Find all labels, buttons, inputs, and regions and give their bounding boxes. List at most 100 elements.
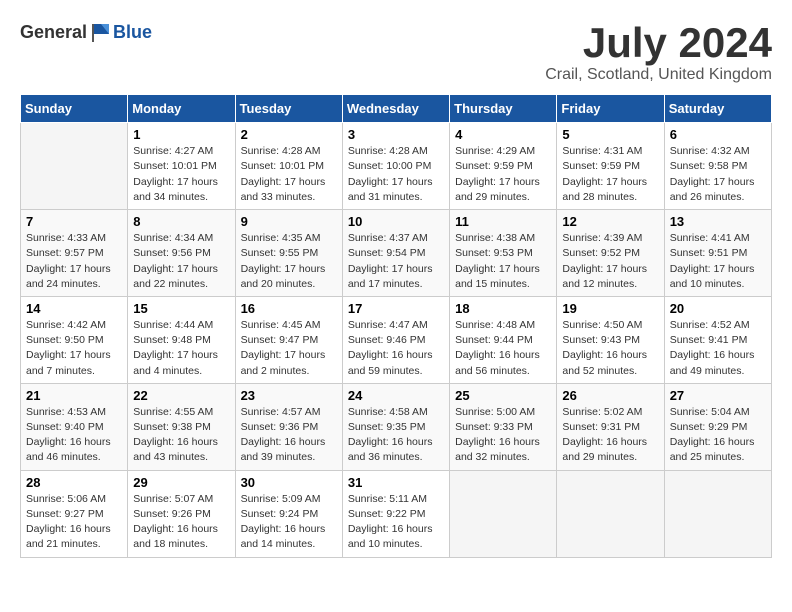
calendar-cell: 28Sunrise: 5:06 AM Sunset: 9:27 PM Dayli… bbox=[21, 470, 128, 557]
day-number: 3 bbox=[348, 127, 444, 142]
day-number: 24 bbox=[348, 388, 444, 403]
page-header: General Blue July 2024 Crail, Scotland, … bbox=[20, 20, 772, 84]
calendar-cell: 5Sunrise: 4:31 AM Sunset: 9:59 PM Daylig… bbox=[557, 123, 664, 210]
day-info: Sunrise: 4:39 AM Sunset: 9:52 PM Dayligh… bbox=[562, 231, 658, 292]
day-number: 12 bbox=[562, 214, 658, 229]
day-number: 9 bbox=[241, 214, 337, 229]
day-number: 4 bbox=[455, 127, 551, 142]
logo: General Blue bbox=[20, 20, 152, 44]
calendar-cell: 23Sunrise: 4:57 AM Sunset: 9:36 PM Dayli… bbox=[235, 383, 342, 470]
logo-blue-text: Blue bbox=[113, 22, 152, 43]
calendar-cell: 4 Sunrise: 4:29 AM Sunset: 9:59 PM Daylig… bbox=[450, 123, 557, 210]
calendar-cell: 20Sunrise: 4:52 AM Sunset: 9:41 PM Dayli… bbox=[664, 296, 771, 383]
day-number: 8 bbox=[133, 214, 229, 229]
day-of-week-header: Saturday bbox=[664, 95, 771, 123]
calendar-cell: 31 Sunrise: 5:11 AM Sunset: 9:22 PM Dayli… bbox=[342, 470, 449, 557]
day-number: 21 bbox=[26, 388, 122, 403]
day-info: Sunrise: 4:55 AM Sunset: 9:38 PM Dayligh… bbox=[133, 405, 229, 466]
day-info: Sunrise: 4:38 AM Sunset: 9:53 PM Dayligh… bbox=[455, 231, 551, 292]
day-number: 27 bbox=[670, 388, 766, 403]
day-number: 5 bbox=[562, 127, 658, 142]
day-info: Sunrise: 4:53 AM Sunset: 9:40 PM Dayligh… bbox=[26, 405, 122, 466]
calendar-cell: 19Sunrise: 4:50 AM Sunset: 9:43 PM Dayli… bbox=[557, 296, 664, 383]
calendar-cell bbox=[450, 470, 557, 557]
day-info: Sunrise: 4:57 AM Sunset: 9:36 PM Dayligh… bbox=[241, 405, 337, 466]
day-of-week-header: Sunday bbox=[21, 95, 128, 123]
title-section: July 2024 Crail, Scotland, United Kingdo… bbox=[545, 20, 772, 84]
day-number: 18 bbox=[455, 301, 551, 316]
day-number: 7 bbox=[26, 214, 122, 229]
calendar-cell: 6 Sunrise: 4:32 AM Sunset: 9:58 PM Daylig… bbox=[664, 123, 771, 210]
calendar-cell: 10Sunrise: 4:37 AM Sunset: 9:54 PM Dayli… bbox=[342, 210, 449, 297]
day-info: Sunrise: 4:28 AM Sunset: 10:00 PM Daylig… bbox=[348, 144, 444, 205]
day-number: 1 bbox=[133, 127, 229, 142]
calendar-cell: 25Sunrise: 5:00 AM Sunset: 9:33 PM Dayli… bbox=[450, 383, 557, 470]
calendar-header-row: SundayMondayTuesdayWednesdayThursdayFrid… bbox=[21, 95, 772, 123]
day-number: 17 bbox=[348, 301, 444, 316]
calendar-cell: 18 Sunrise: 4:48 AM Sunset: 9:44 PM Dayli… bbox=[450, 296, 557, 383]
day-number: 15 bbox=[133, 301, 229, 316]
calendar-cell: 30Sunrise: 5:09 AM Sunset: 9:24 PM Dayli… bbox=[235, 470, 342, 557]
day-number: 26 bbox=[562, 388, 658, 403]
calendar-week-row: 21 Sunrise: 4:53 AM Sunset: 9:40 PM Dayli… bbox=[21, 383, 772, 470]
calendar-cell: 13 Sunrise: 4:41 AM Sunset: 9:51 PM Dayli… bbox=[664, 210, 771, 297]
day-info: Sunrise: 4:27 AM Sunset: 10:01 PM Daylig… bbox=[133, 144, 229, 205]
calendar-cell: 29 Sunrise: 5:07 AM Sunset: 9:26 PM Dayli… bbox=[128, 470, 235, 557]
day-info: Sunrise: 4:45 AM Sunset: 9:47 PM Dayligh… bbox=[241, 318, 337, 379]
calendar-cell: 21 Sunrise: 4:53 AM Sunset: 9:40 PM Dayli… bbox=[21, 383, 128, 470]
day-number: 30 bbox=[241, 475, 337, 490]
location-text: Crail, Scotland, United Kingdom bbox=[545, 66, 772, 84]
calendar-cell: 7 Sunrise: 4:33 AM Sunset: 9:57 PM Daylig… bbox=[21, 210, 128, 297]
day-number: 2 bbox=[241, 127, 337, 142]
day-number: 29 bbox=[133, 475, 229, 490]
calendar-cell: 22 Sunrise: 4:55 AM Sunset: 9:38 PM Dayli… bbox=[128, 383, 235, 470]
day-info: Sunrise: 4:48 AM Sunset: 9:44 PM Dayligh… bbox=[455, 318, 551, 379]
day-info: Sunrise: 5:11 AM Sunset: 9:22 PM Dayligh… bbox=[348, 492, 444, 553]
day-of-week-header: Thursday bbox=[450, 95, 557, 123]
day-number: 22 bbox=[133, 388, 229, 403]
day-info: Sunrise: 4:29 AM Sunset: 9:59 PM Dayligh… bbox=[455, 144, 551, 205]
logo-flag-icon bbox=[89, 20, 113, 44]
day-of-week-header: Monday bbox=[128, 95, 235, 123]
calendar-cell: 14Sunrise: 4:42 AM Sunset: 9:50 PM Dayli… bbox=[21, 296, 128, 383]
day-number: 13 bbox=[670, 214, 766, 229]
day-number: 6 bbox=[670, 127, 766, 142]
day-info: Sunrise: 4:58 AM Sunset: 9:35 PM Dayligh… bbox=[348, 405, 444, 466]
day-of-week-header: Wednesday bbox=[342, 95, 449, 123]
day-info: Sunrise: 4:44 AM Sunset: 9:48 PM Dayligh… bbox=[133, 318, 229, 379]
day-number: 11 bbox=[455, 214, 551, 229]
day-number: 20 bbox=[670, 301, 766, 316]
day-number: 31 bbox=[348, 475, 444, 490]
calendar-cell: 24 Sunrise: 4:58 AM Sunset: 9:35 PM Dayli… bbox=[342, 383, 449, 470]
calendar-cell: 1 Sunrise: 4:27 AM Sunset: 10:01 PM Dayli… bbox=[128, 123, 235, 210]
day-number: 19 bbox=[562, 301, 658, 316]
calendar-cell bbox=[557, 470, 664, 557]
calendar-cell: 12 Sunrise: 4:39 AM Sunset: 9:52 PM Dayli… bbox=[557, 210, 664, 297]
day-of-week-header: Friday bbox=[557, 95, 664, 123]
calendar-cell: 3 Sunrise: 4:28 AM Sunset: 10:00 PM Dayli… bbox=[342, 123, 449, 210]
day-info: Sunrise: 4:47 AM Sunset: 9:46 PM Dayligh… bbox=[348, 318, 444, 379]
calendar-cell: 9Sunrise: 4:35 AM Sunset: 9:55 PM Daylig… bbox=[235, 210, 342, 297]
day-number: 10 bbox=[348, 214, 444, 229]
calendar-week-row: 14Sunrise: 4:42 AM Sunset: 9:50 PM Dayli… bbox=[21, 296, 772, 383]
day-number: 16 bbox=[241, 301, 337, 316]
day-info: Sunrise: 4:42 AM Sunset: 9:50 PM Dayligh… bbox=[26, 318, 122, 379]
day-info: Sunrise: 4:32 AM Sunset: 9:58 PM Dayligh… bbox=[670, 144, 766, 205]
calendar-week-row: 7 Sunrise: 4:33 AM Sunset: 9:57 PM Daylig… bbox=[21, 210, 772, 297]
calendar-cell bbox=[664, 470, 771, 557]
day-info: Sunrise: 4:33 AM Sunset: 9:57 PM Dayligh… bbox=[26, 231, 122, 292]
day-info: Sunrise: 5:02 AM Sunset: 9:31 PM Dayligh… bbox=[562, 405, 658, 466]
logo-general-text: General bbox=[20, 22, 87, 43]
day-info: Sunrise: 4:34 AM Sunset: 9:56 PM Dayligh… bbox=[133, 231, 229, 292]
day-info: Sunrise: 4:41 AM Sunset: 9:51 PM Dayligh… bbox=[670, 231, 766, 292]
calendar-cell: 8 Sunrise: 4:34 AM Sunset: 9:56 PM Daylig… bbox=[128, 210, 235, 297]
calendar-week-row: 1 Sunrise: 4:27 AM Sunset: 10:01 PM Dayli… bbox=[21, 123, 772, 210]
day-info: Sunrise: 5:00 AM Sunset: 9:33 PM Dayligh… bbox=[455, 405, 551, 466]
calendar-cell: 16 Sunrise: 4:45 AM Sunset: 9:47 PM Dayli… bbox=[235, 296, 342, 383]
calendar-week-row: 28Sunrise: 5:06 AM Sunset: 9:27 PM Dayli… bbox=[21, 470, 772, 557]
day-info: Sunrise: 4:28 AM Sunset: 10:01 PM Daylig… bbox=[241, 144, 337, 205]
calendar-cell: 2 Sunrise: 4:28 AM Sunset: 10:01 PM Dayli… bbox=[235, 123, 342, 210]
day-info: Sunrise: 5:07 AM Sunset: 9:26 PM Dayligh… bbox=[133, 492, 229, 553]
day-info: Sunrise: 5:04 AM Sunset: 9:29 PM Dayligh… bbox=[670, 405, 766, 466]
calendar-cell: 11 Sunrise: 4:38 AM Sunset: 9:53 PM Dayli… bbox=[450, 210, 557, 297]
